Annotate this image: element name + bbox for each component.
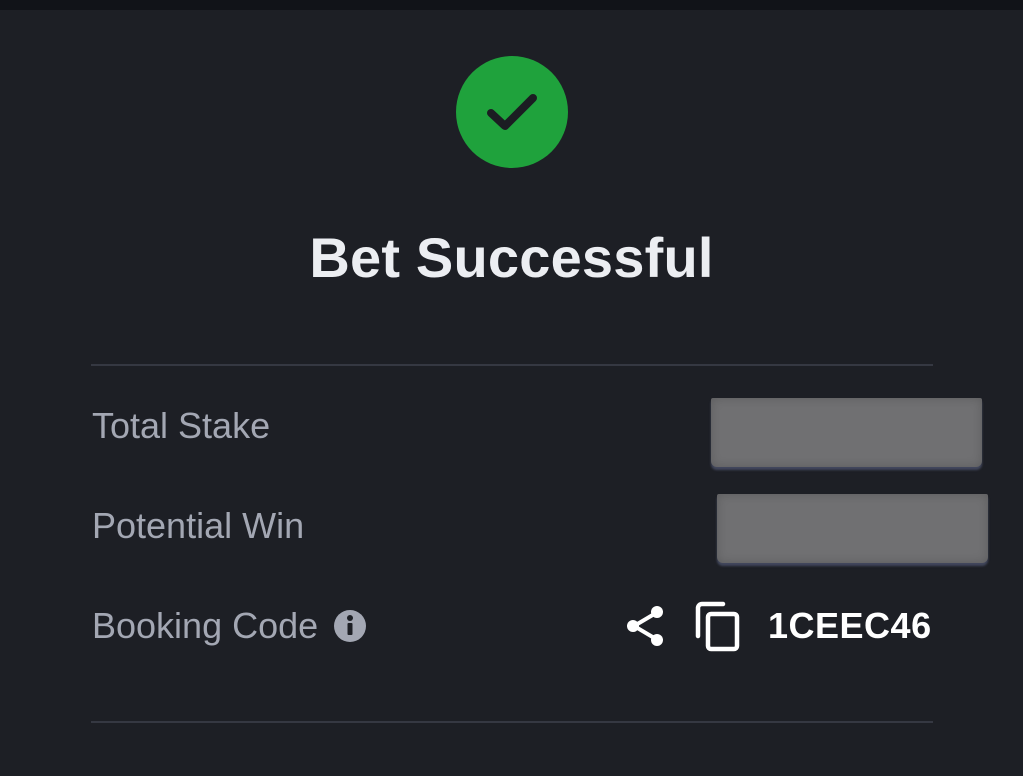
divider-top [91, 364, 933, 366]
share-icon[interactable] [622, 603, 668, 649]
total-stake-label-text: Total Stake [92, 405, 271, 446]
booking-code-label-text: Booking Code [92, 605, 319, 646]
potential-win-label: Potential Win [92, 504, 304, 548]
divider-bottom [91, 721, 933, 723]
booking-code-label: Booking Code [92, 604, 368, 648]
total-stake-value-redacted [711, 398, 982, 467]
checkmark-icon [487, 94, 537, 130]
page-title: Bet Successful [309, 226, 714, 289]
potential-win-value-redacted [717, 494, 988, 563]
copy-icon[interactable] [694, 600, 742, 652]
booking-code-value[interactable]: 1CEEC46 [768, 604, 932, 648]
checkmark-circle-icon [456, 56, 568, 168]
bet-success-panel: Bet Successful Total Stake Potential Win… [0, 0, 1023, 776]
total-stake-label: Total Stake [92, 404, 270, 448]
info-icon[interactable] [332, 608, 368, 644]
potential-win-label-text: Potential Win [92, 505, 305, 546]
top-bar [0, 0, 1023, 10]
